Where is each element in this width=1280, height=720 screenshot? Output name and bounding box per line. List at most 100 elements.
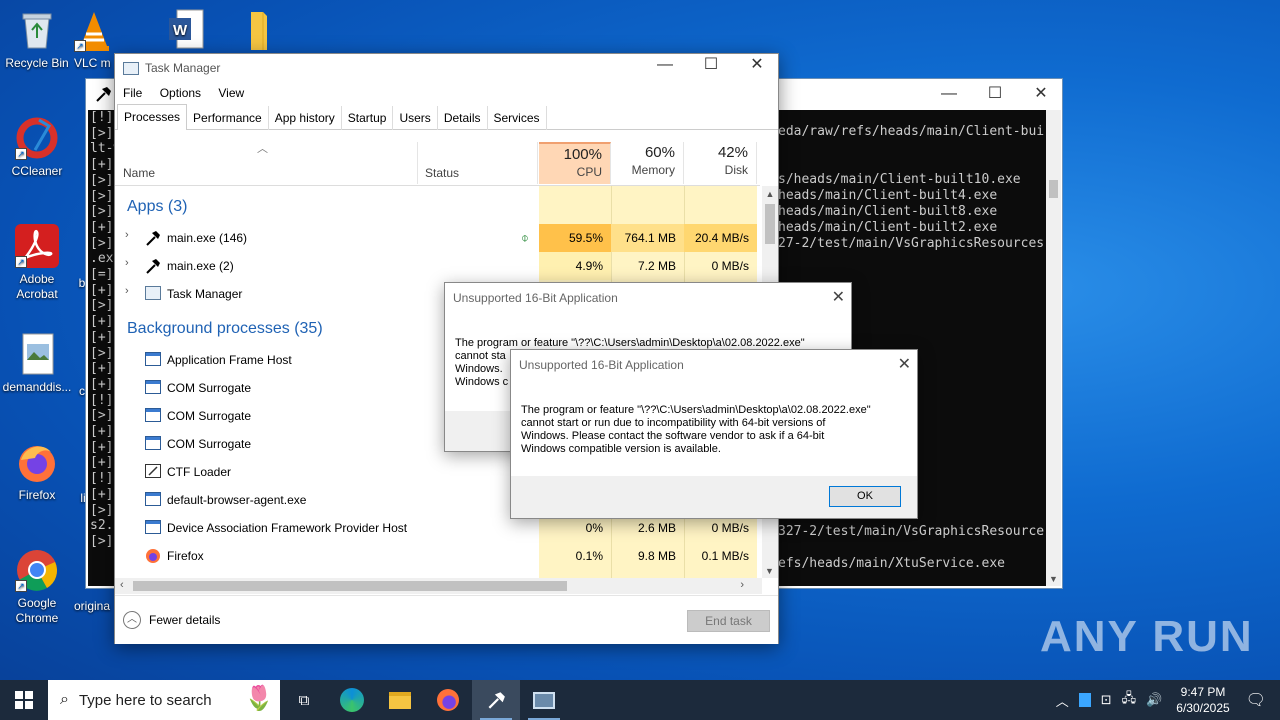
close-button[interactable]: ✕ — [832, 287, 845, 307]
desktop-icon-label: CCleaner — [11, 164, 63, 178]
column-header-memory[interactable]: 60% Memory — [611, 142, 684, 184]
console-scrollbar[interactable]: ▼ — [1046, 110, 1061, 586]
task-manager-titlebar[interactable]: Task Manager — ☐ ✕ — [115, 54, 778, 82]
minimize-button[interactable]: — — [642, 51, 688, 79]
hammer-icon — [94, 85, 112, 103]
expand-chevron-icon[interactable]: › — [125, 285, 129, 297]
error-dialog-front[interactable]: Unsupported 16-Bit Application ✕ The pro… — [510, 349, 918, 519]
tab-details[interactable]: Details — [438, 106, 488, 130]
menu-options[interactable]: Options — [160, 86, 201, 100]
scroll-down-arrow-icon[interactable]: ▼ — [765, 566, 774, 576]
desktop-icon-label: demanddis... — [2, 380, 72, 394]
show-hidden-icons-chevron-icon[interactable]: ︿ — [1056, 691, 1069, 710]
start-button[interactable] — [0, 680, 48, 720]
console-line-left: [+] — [90, 282, 114, 298]
fewer-details-button[interactable]: ︿ Fewer details — [123, 611, 220, 629]
desktop-icon-label: Recycle Bin — [5, 56, 69, 70]
menu-file[interactable]: File — [123, 86, 142, 100]
process-row[interactable]: Firefox 0.1% 9.8 MB 0.1 MB/s — [115, 542, 760, 570]
clock[interactable]: 9:47 PM 6/30/2025 — [1176, 684, 1229, 716]
sort-arrow-icon: ︿ — [257, 143, 268, 155]
taskbar-firefox[interactable] — [424, 680, 472, 720]
desktop-icon-chrome[interactable]: ↗ Google Chrome — [0, 548, 74, 626]
taskbar-edge[interactable] — [328, 680, 376, 720]
horizontal-scroll-thumb[interactable] — [133, 581, 567, 591]
shortcut-arrow-icon: ↗ — [15, 256, 27, 268]
process-row[interactable]: › main.exe (2) 4.9% 7.2 MB 0 MB/s — [115, 252, 760, 280]
tab-performance[interactable]: Performance — [187, 106, 269, 130]
task-manager-icon — [533, 691, 555, 709]
column-header-status[interactable]: Status — [417, 142, 538, 184]
maximize-button[interactable]: ☐ — [688, 51, 734, 79]
desktop-icon-adobe-acrobat[interactable]: ↗ Adobe Acrobat — [0, 224, 74, 302]
taskbar-task-manager[interactable] — [520, 680, 568, 720]
search-highlight-illustration-icon: 🌷 — [244, 685, 274, 712]
desktop-icon-image-file[interactable]: demanddis... — [0, 332, 74, 395]
console-scroll-thumb[interactable] — [1049, 180, 1058, 198]
recycle-bin-icon — [15, 8, 59, 52]
process-row[interactable]: › main.exe (146) ⌽ 59.5% 764.1 MB 20.4 M… — [115, 224, 760, 252]
task-view-button[interactable]: ⧉ — [280, 680, 328, 720]
memory-label: Memory — [631, 163, 675, 177]
vertical-scroll-thumb[interactable] — [765, 204, 775, 244]
vlc-icon: ↗ — [74, 8, 114, 52]
console-line-left: [+] — [90, 455, 114, 471]
cpu-cell: 0.1% — [575, 549, 603, 563]
expand-chevron-icon[interactable]: › — [125, 229, 129, 241]
svg-text:W: W — [173, 22, 188, 39]
tab-services[interactable]: Services — [488, 106, 547, 130]
console-line-left: [+] — [90, 424, 114, 439]
close-button[interactable]: ✕ — [898, 354, 911, 374]
close-button[interactable]: ✕ — [734, 51, 780, 79]
console-close-button[interactable]: ✕ — [1018, 79, 1064, 109]
ok-button[interactable]: OK — [829, 486, 901, 507]
desktop-icon-label: Google Chrome — [15, 596, 59, 625]
tab-users[interactable]: Users — [393, 106, 438, 130]
network-icon[interactable]: 🖧 — [1122, 689, 1137, 711]
desktop-icon-ccleaner[interactable]: ↗ CCleaner — [0, 116, 74, 179]
clock-date: 6/30/2025 — [1176, 701, 1230, 715]
end-task-button[interactable]: End task — [687, 610, 770, 632]
shortcut-arrow-icon: ↗ — [15, 148, 27, 160]
horizontal-scrollbar[interactable]: ‹ › — [115, 578, 762, 594]
firefox-icon — [15, 440, 59, 484]
desktop-icon-word-doc[interactable]: W — [148, 8, 222, 56]
column-header-disk[interactable]: 42% Disk — [684, 142, 757, 184]
console-line-left: [+] — [90, 376, 114, 392]
scroll-left-arrow-icon[interactable]: ‹ — [120, 579, 124, 591]
expand-chevron-icon[interactable]: › — [125, 257, 129, 269]
console-maximize-button[interactable]: ☐ — [972, 79, 1018, 109]
scroll-right-arrow-icon[interactable]: › — [740, 579, 744, 591]
console-line-left: [+] — [90, 314, 114, 330]
device-tray-icon[interactable]: ⊡ — [1101, 692, 1112, 708]
desktop-icon-recycle-bin[interactable]: Recycle Bin — [0, 8, 74, 71]
notification-center-icon[interactable]: 🗨 — [1246, 690, 1266, 710]
column-header-cpu[interactable]: 100% CPU — [539, 142, 611, 184]
menu-view[interactable]: View — [218, 86, 244, 100]
tab-strip: Processes Performance App history Startu… — [115, 104, 778, 130]
apps-group-header: Apps (3) — [127, 198, 188, 215]
desktop-icon-vlc[interactable]: ↗ VLC m — [74, 8, 114, 71]
tab-processes[interactable]: Processes — [117, 104, 188, 130]
scroll-up-arrow-icon[interactable]: ▲ — [762, 189, 778, 199]
console-line-left: [>] — [90, 502, 114, 518]
volume-icon[interactable]: 🔊 — [1146, 692, 1162, 708]
process-name: COM Surrogate — [167, 437, 252, 451]
desktop-icon-folder[interactable] — [222, 8, 296, 56]
desktop-icon-label: Firefox — [18, 488, 56, 502]
taskbar-file-explorer[interactable] — [376, 680, 424, 720]
tab-app-history[interactable]: App history — [269, 106, 342, 130]
scroll-down-arrow-icon[interactable]: ▼ — [1049, 574, 1058, 584]
app-tray-icon[interactable] — [1078, 693, 1091, 707]
efficiency-leaf-icon: ⌽ — [521, 230, 529, 245]
window-icon — [145, 380, 161, 394]
ctf-loader-icon — [145, 464, 161, 478]
shortcut-arrow-icon: ↗ — [15, 580, 27, 592]
console-minimize-button[interactable]: — — [926, 79, 972, 109]
desktop-icon-firefox[interactable]: Firefox — [0, 440, 74, 503]
window-icon — [145, 408, 161, 422]
tab-startup[interactable]: Startup — [342, 106, 394, 130]
taskbar-main-exe[interactable] — [472, 680, 520, 720]
column-header-name[interactable]: Name — [123, 166, 155, 180]
taskbar-search-box[interactable]: ⌕ Type here to search 🌷 — [48, 680, 280, 720]
